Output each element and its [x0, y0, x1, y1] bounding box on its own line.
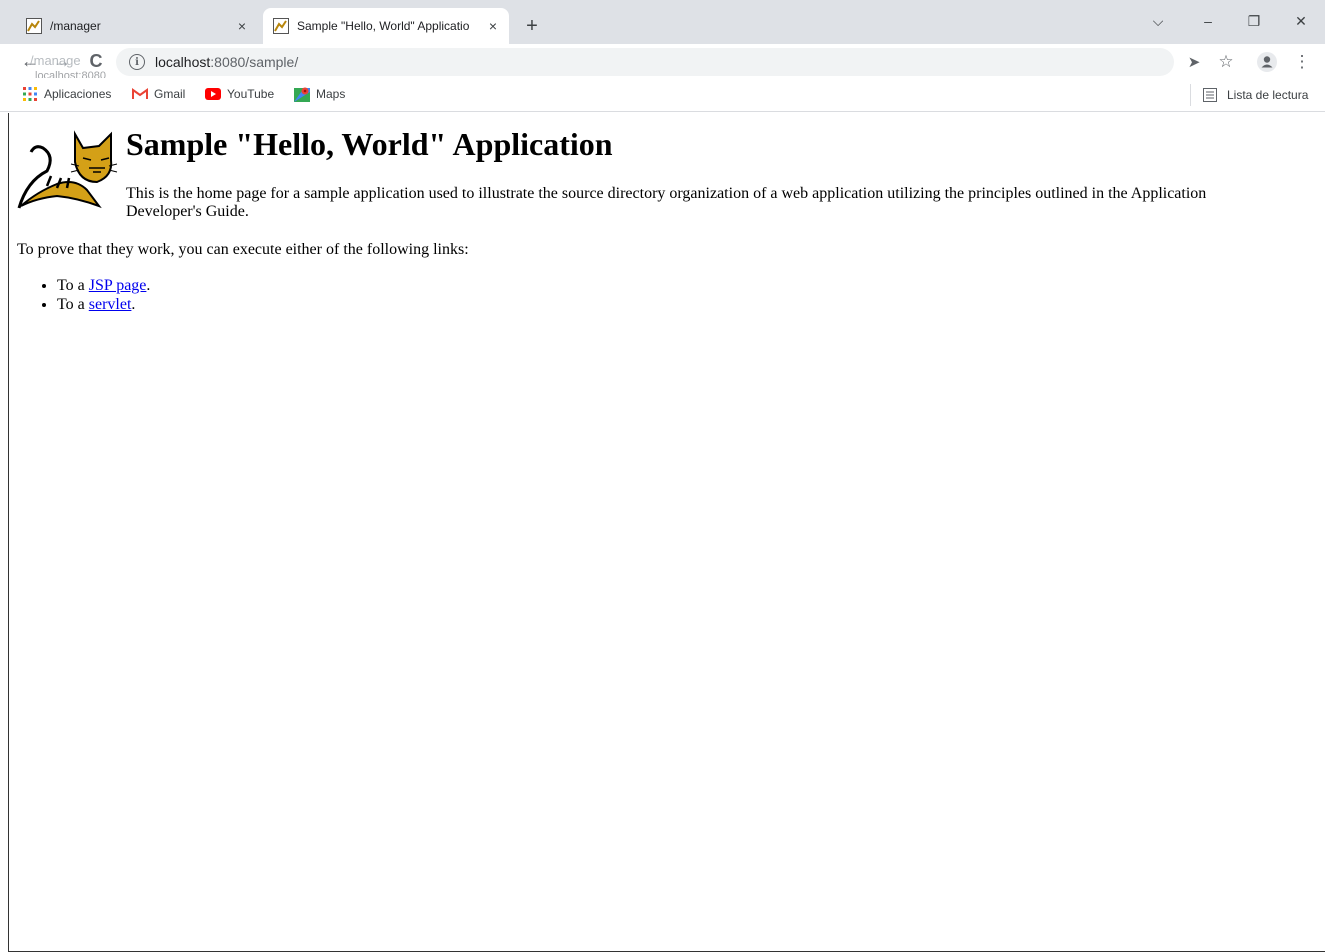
list-item-suffix: .: [131, 296, 136, 313]
apps-grid-icon: [22, 86, 38, 102]
reading-list-button[interactable]: Lista de lectura: [1190, 84, 1308, 106]
browser-toolbar: ← → C i localhost:8080/sample/ ➤ ☆ ⋮: [0, 44, 1325, 78]
prove-paragraph: To prove that they work, you can execute…: [17, 241, 469, 258]
maps-icon: [294, 86, 310, 102]
profile-avatar-icon[interactable]: [1256, 51, 1278, 73]
reading-list-icon: [1203, 87, 1219, 103]
bookmark-star-icon[interactable]: ☆: [1215, 51, 1237, 73]
tab-search-icon[interactable]: ⌵: [1143, 8, 1173, 34]
list-item: To a JSP page.: [57, 276, 150, 295]
jsp-page-link[interactable]: JSP page: [89, 277, 147, 294]
url-path: :8080/sample/: [210, 54, 299, 70]
link-list: To a JSP page. To a servlet.: [17, 276, 150, 314]
youtube-icon: [205, 86, 221, 102]
bookmark-label: Gmail: [154, 87, 186, 101]
minimize-button[interactable]: –: [1193, 8, 1223, 34]
share-icon[interactable]: ➤: [1183, 51, 1205, 73]
bookmark-aplicaciones[interactable]: Aplicaciones: [22, 86, 111, 102]
tomcat-favicon-icon: [26, 18, 42, 34]
bookmark-label: YouTube: [227, 87, 275, 101]
restore-button[interactable]: ❐: [1239, 8, 1269, 34]
list-item: To a servlet.: [57, 295, 150, 314]
bookmark-gmail[interactable]: Gmail: [132, 86, 185, 102]
tab-title: Sample "Hello, World" Applicatio: [297, 19, 470, 33]
gmail-icon: [132, 86, 148, 102]
url-host: localhost: [155, 54, 211, 70]
intro-paragraph: This is the home page for a sample appli…: [126, 185, 1207, 220]
list-item-prefix: To a: [57, 277, 89, 294]
tomcat-logo-icon: [17, 130, 118, 209]
reading-list-label: Lista de lectura: [1227, 88, 1309, 102]
servlet-link[interactable]: servlet: [89, 296, 132, 313]
bookmark-youtube[interactable]: YouTube: [205, 86, 274, 102]
new-tab-button[interactable]: +: [520, 14, 544, 38]
menu-kebab-icon[interactable]: ⋮: [1291, 51, 1313, 73]
address-bar[interactable]: i localhost:8080/sample/: [116, 48, 1174, 76]
bookmark-maps[interactable]: Maps: [294, 86, 345, 102]
site-info-icon[interactable]: i: [129, 54, 145, 70]
page-content: Sample "Hello, World" Application This i…: [8, 113, 1325, 952]
tab-strip: /manager × Sample "Hello, World" Applica…: [0, 0, 1325, 44]
close-window-button[interactable]: ✕: [1286, 8, 1316, 34]
page-heading: Sample "Hello, World" Application: [126, 126, 613, 162]
tab-close-icon[interactable]: ×: [483, 16, 503, 36]
bookmark-label: Maps: [316, 87, 346, 101]
list-item-prefix: To a: [57, 296, 89, 313]
url-text[interactable]: localhost:8080/sample/: [155, 54, 298, 70]
tomcat-favicon-icon: [273, 18, 289, 34]
tab-sample-hello-world[interactable]: Sample "Hello, World" Applicatio ×: [263, 8, 509, 44]
bookmarks-bar: Aplicaciones Gmail YouTube Maps Lista de…: [0, 78, 1325, 112]
tab-close-icon[interactable]: ×: [232, 16, 252, 36]
tab-title: /manager: [50, 19, 101, 33]
hover-tooltip-title: /manage: [30, 53, 81, 68]
bookmark-label: Aplicaciones: [44, 87, 112, 101]
tab-manager[interactable]: /manager ×: [16, 8, 258, 44]
list-item-suffix: .: [146, 277, 151, 294]
